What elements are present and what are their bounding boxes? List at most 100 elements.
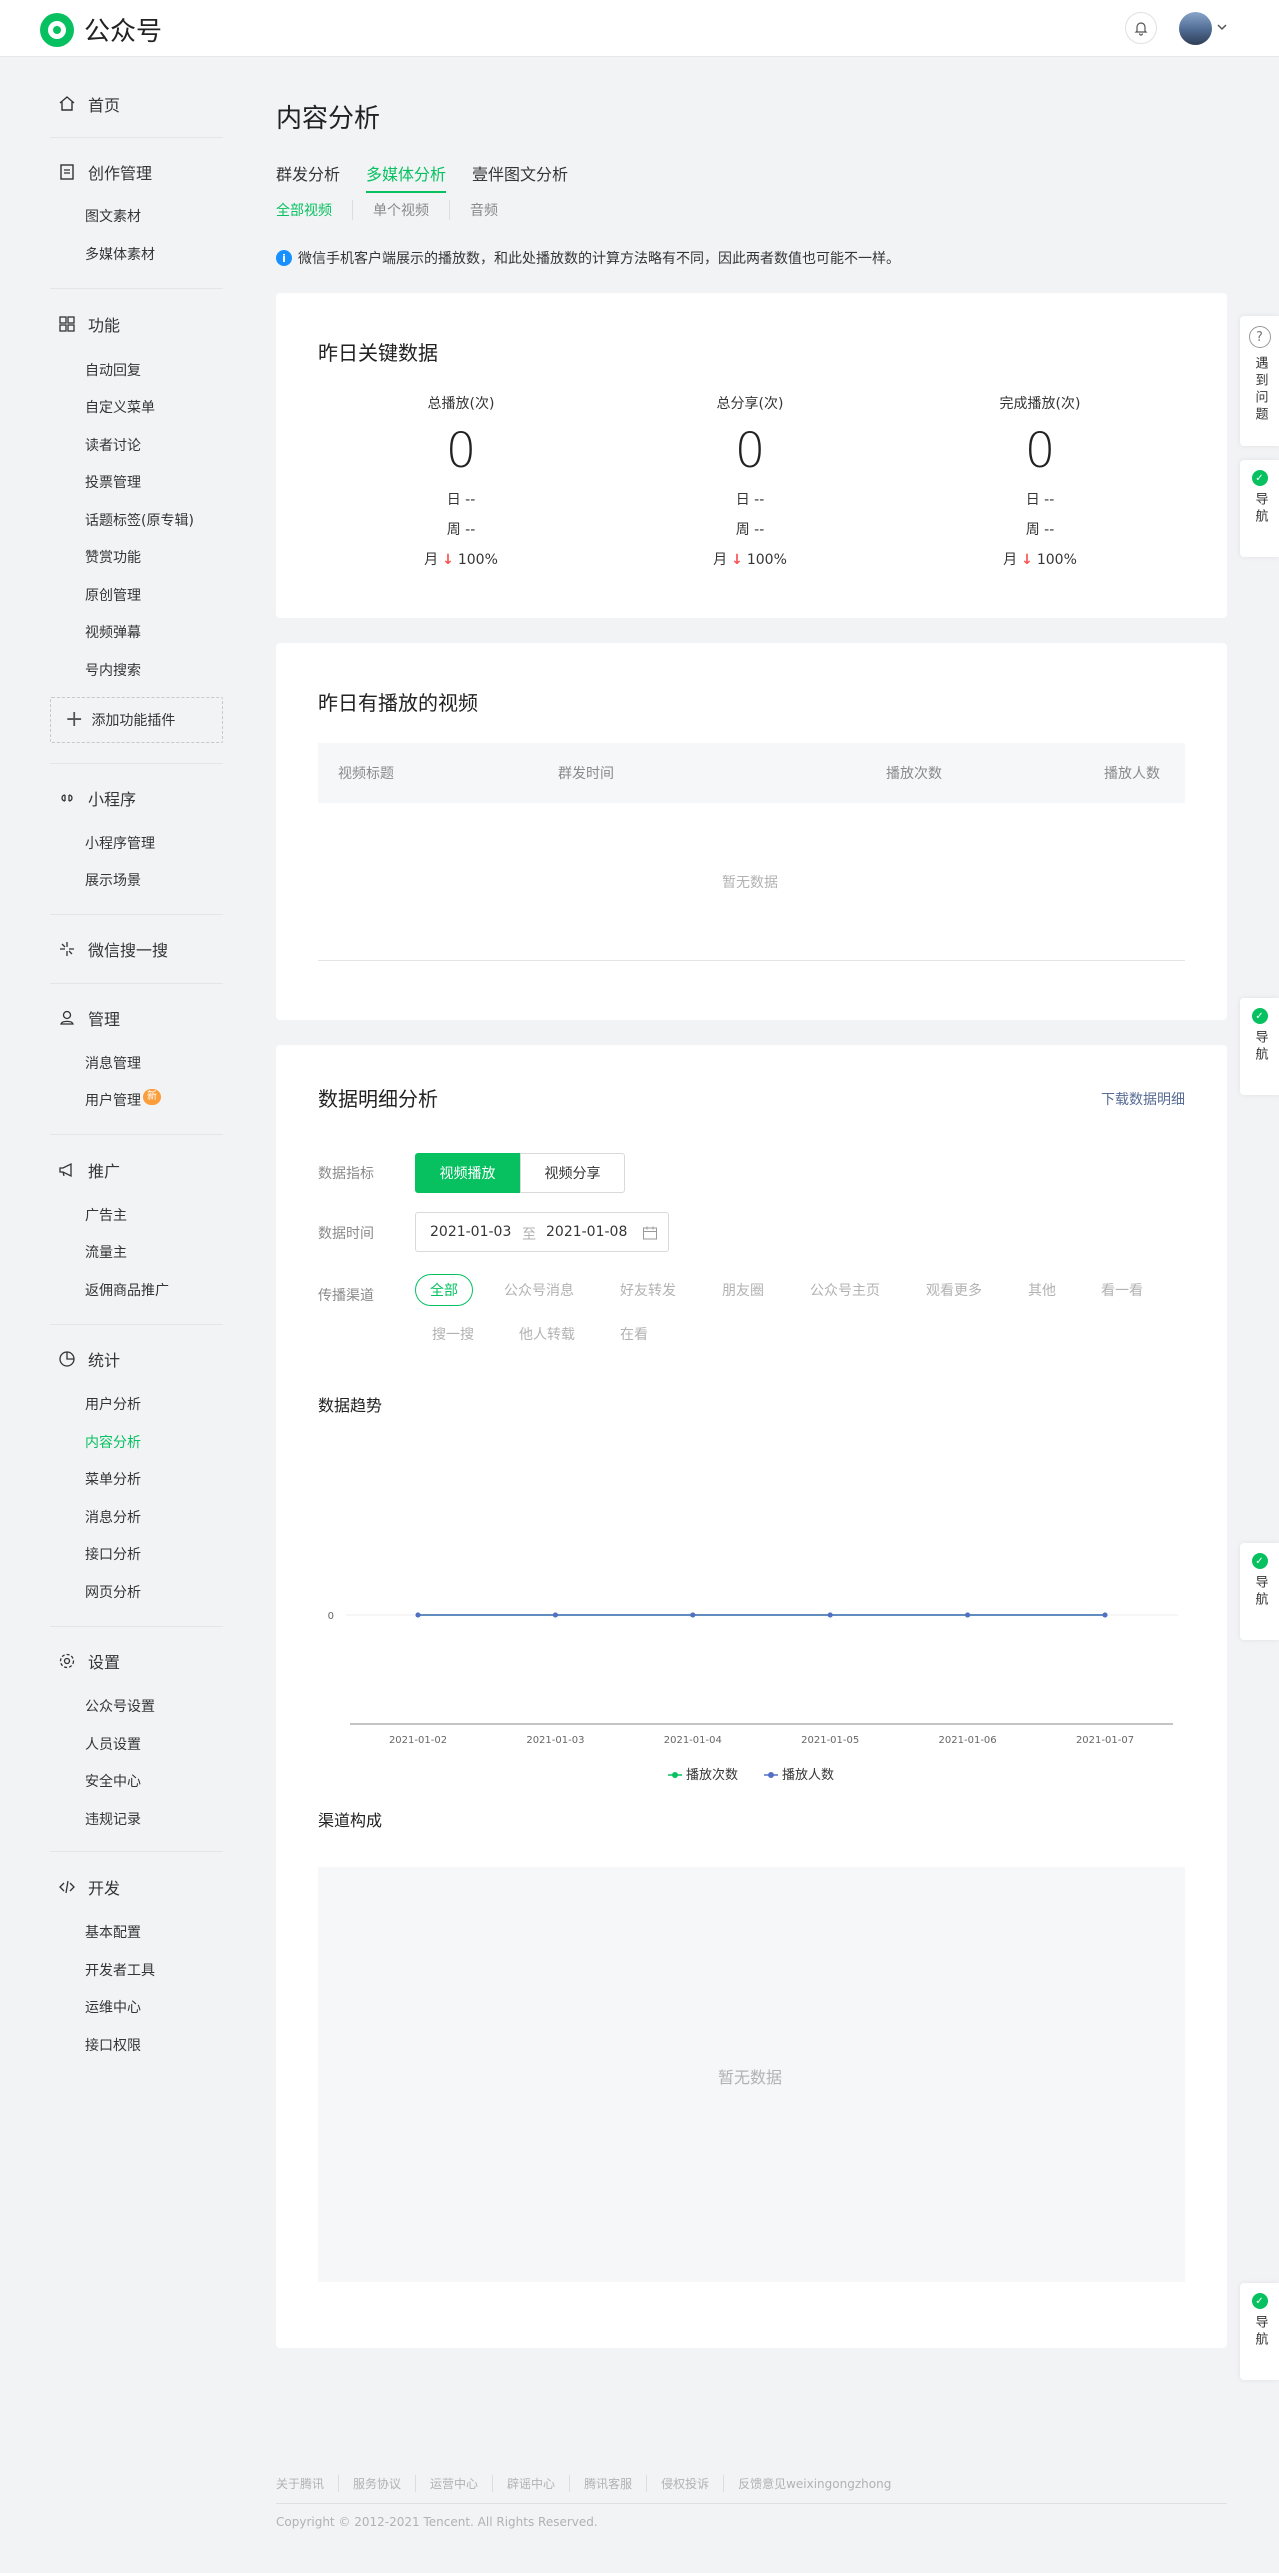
footer-link[interactable]: 反馈意见weixingongzhong bbox=[723, 2475, 905, 2492]
document-icon bbox=[60, 164, 74, 180]
sidebar-item-auto-reply[interactable]: 自动回复 bbox=[85, 360, 141, 380]
data-point[interactable] bbox=[552, 1612, 558, 1618]
nav-float-button[interactable]: ✓ 导航 bbox=[1240, 998, 1279, 1095]
metric-option-play[interactable]: 视频播放 bbox=[415, 1153, 520, 1193]
arrow-down-icon: ↓ bbox=[1021, 552, 1033, 568]
sidebar-item-publisher[interactable]: 流量主 bbox=[85, 1242, 127, 1262]
footer-link[interactable]: 关于腾讯 bbox=[276, 2475, 338, 2492]
legend-item[interactable]: 播放次数 bbox=[668, 1767, 738, 1783]
time-label: 数据时间 bbox=[318, 1226, 374, 1242]
key-data-card: 昨日关键数据 总播放(次) 0 日 -- 周 -- 月 ↓ 100% 总分享(次) … bbox=[276, 293, 1227, 618]
home-icon bbox=[59, 96, 75, 111]
y-tick-label: 0 bbox=[328, 1611, 334, 1622]
logo[interactable]: 公众号 bbox=[40, 11, 162, 48]
avatar[interactable] bbox=[1179, 12, 1212, 45]
sidebar-item-display-scene[interactable]: 展示场景 bbox=[85, 870, 141, 890]
sidebar-item-messages[interactable]: 消息管理 bbox=[85, 1053, 141, 1073]
sidebar-item-reward[interactable]: 赞赏功能 bbox=[85, 547, 141, 567]
analysis-tabs: 群发分析 多媒体分析 壹伴图文分析 bbox=[276, 161, 594, 193]
footer-link[interactable]: 服务协议 bbox=[338, 2475, 415, 2492]
sidebar-item-home[interactable]: 首页 bbox=[50, 92, 223, 116]
card-title: 数据明细分析 bbox=[318, 1087, 438, 1111]
plus-icon: + bbox=[65, 707, 84, 732]
sidebar-item-custom-menu[interactable]: 自定义菜单 bbox=[85, 397, 155, 417]
sidebar-item-danmaku[interactable]: 视频弹幕 bbox=[85, 622, 141, 642]
sidebar-group-title: 推广 bbox=[88, 1162, 121, 1181]
sidebar-item-commission[interactable]: 返佣商品推广 bbox=[85, 1280, 169, 1300]
channel-all[interactable]: 全部 bbox=[415, 1274, 473, 1306]
column-header: 群发时间 bbox=[558, 766, 614, 782]
sidebar-item-original[interactable]: 原创管理 bbox=[85, 585, 141, 605]
sidebar-item-vote[interactable]: 投票管理 bbox=[85, 472, 141, 492]
channel-friend-forward[interactable]: 好友转发 bbox=[620, 1280, 676, 1300]
data-point[interactable] bbox=[965, 1612, 971, 1618]
add-plugin-button[interactable]: + 添加功能插件 bbox=[50, 697, 223, 743]
data-point[interactable] bbox=[1102, 1612, 1108, 1618]
channel-account-home[interactable]: 公众号主页 bbox=[810, 1280, 880, 1300]
nav-float-button[interactable]: ✓ 导航 bbox=[1240, 2283, 1279, 2380]
column-header: 播放人数 bbox=[1104, 766, 1160, 782]
column-header: 视频标题 bbox=[338, 766, 394, 782]
sidebar-item-reader-discussion[interactable]: 读者讨论 bbox=[85, 435, 141, 455]
channel-watch-more[interactable]: 观看更多 bbox=[926, 1280, 982, 1300]
sidebar-item-users[interactable]: 用户管理新 bbox=[85, 1089, 161, 1111]
sidebar-item-image-text[interactable]: 图文素材 bbox=[85, 206, 141, 226]
channel-moments[interactable]: 朋友圈 bbox=[722, 1280, 764, 1300]
sidebar-item-in-account-search[interactable]: 号内搜索 bbox=[85, 660, 141, 680]
notification-bell-icon[interactable] bbox=[1125, 12, 1157, 44]
sidebar-item-content-analysis[interactable]: 内容分析 bbox=[85, 1432, 141, 1452]
subtab-single-video[interactable]: 单个视频 bbox=[352, 200, 449, 220]
channel-top-stories[interactable]: 看一看 bbox=[1101, 1280, 1143, 1300]
sidebar-item-user-analysis[interactable]: 用户分析 bbox=[85, 1394, 141, 1414]
legend-item[interactable]: 播放人数 bbox=[764, 1768, 834, 1783]
sidebar-item-web-analysis[interactable]: 网页分析 bbox=[85, 1582, 141, 1602]
date-range-picker[interactable]: 2021-01-03 至 2021-01-08 bbox=[415, 1212, 669, 1252]
sidebar-item-media[interactable]: 多媒体素材 bbox=[85, 244, 155, 264]
nav-float-button[interactable]: ✓ 导航 bbox=[1240, 460, 1279, 557]
tab-mass-send[interactable]: 群发分析 bbox=[276, 161, 340, 193]
data-point[interactable] bbox=[690, 1612, 696, 1618]
channel-other[interactable]: 其他 bbox=[1028, 1280, 1056, 1300]
sidebar-item-violations[interactable]: 违规记录 bbox=[85, 1809, 141, 1829]
gear-icon bbox=[59, 1653, 75, 1669]
chevron-down-icon[interactable] bbox=[1216, 22, 1228, 32]
channel-wow[interactable]: 在看 bbox=[620, 1324, 648, 1344]
question-icon: ? bbox=[1248, 326, 1271, 348]
channel-search[interactable]: 搜一搜 bbox=[432, 1324, 474, 1344]
footer-link[interactable]: 运营中心 bbox=[415, 2475, 492, 2492]
subtab-audio[interactable]: 音频 bbox=[449, 200, 518, 220]
footer-link[interactable]: 腾讯客服 bbox=[569, 2475, 646, 2492]
channel-reprint[interactable]: 他人转载 bbox=[519, 1324, 575, 1344]
sidebar-item-message-analysis[interactable]: 消息分析 bbox=[85, 1507, 141, 1527]
sidebar-item-topic-tags[interactable]: 话题标签(原专辑) bbox=[85, 510, 194, 530]
nav-float-button[interactable]: ✓ 导航 bbox=[1240, 1543, 1279, 1640]
videos-card: 昨日有播放的视频 视频标题 群发时间 播放次数 播放人数 暂无数据 bbox=[276, 643, 1227, 1020]
tab-yiban[interactable]: 壹伴图文分析 bbox=[472, 161, 568, 193]
sidebar-item-wechat-search[interactable]: 微信搜一搜 bbox=[50, 937, 223, 961]
sidebar-item-menu-analysis[interactable]: 菜单分析 bbox=[85, 1469, 141, 1489]
sidebar-item-label: 微信搜一搜 bbox=[88, 941, 169, 960]
help-float-button[interactable]: ? 遇到问题 bbox=[1240, 316, 1279, 446]
sidebar-item-miniprogram-manage[interactable]: 小程序管理 bbox=[85, 833, 155, 853]
sidebar-item-advertiser[interactable]: 广告主 bbox=[85, 1205, 127, 1225]
subtab-all-videos[interactable]: 全部视频 bbox=[276, 200, 352, 220]
sidebar-item-api-permissions[interactable]: 接口权限 bbox=[85, 2035, 141, 2055]
sidebar-item-basic-config[interactable]: 基本配置 bbox=[85, 1922, 141, 1942]
kpi-complete-plays: 完成播放(次) 0 日 -- 周 -- 月 ↓ 100% bbox=[999, 396, 1081, 568]
sidebar-item-security-center[interactable]: 安全中心 bbox=[85, 1771, 141, 1791]
footer-link[interactable]: 侵权投诉 bbox=[646, 2475, 723, 2492]
download-detail-link[interactable]: 下载数据明细 bbox=[1101, 1089, 1185, 1109]
footer-link[interactable]: 辟谣中心 bbox=[492, 2475, 569, 2492]
data-point[interactable] bbox=[827, 1612, 833, 1618]
metric-option-share[interactable]: 视频分享 bbox=[520, 1153, 625, 1193]
channel-account-msg[interactable]: 公众号消息 bbox=[504, 1280, 574, 1300]
sidebar-item-ops-center[interactable]: 运维中心 bbox=[85, 1997, 141, 2017]
sidebar-group-title: 功能 bbox=[88, 316, 121, 335]
sidebar-item-dev-tools[interactable]: 开发者工具 bbox=[85, 1960, 155, 1980]
tab-multimedia[interactable]: 多媒体分析 bbox=[366, 161, 447, 193]
sidebar-item-account-settings[interactable]: 公众号设置 bbox=[85, 1696, 155, 1716]
sidebar-item-staff-settings[interactable]: 人员设置 bbox=[85, 1734, 141, 1754]
sidebar-item-api-analysis[interactable]: 接口分析 bbox=[85, 1544, 141, 1564]
data-point[interactable] bbox=[415, 1612, 421, 1618]
sidebar-group-title: 设置 bbox=[88, 1653, 121, 1672]
